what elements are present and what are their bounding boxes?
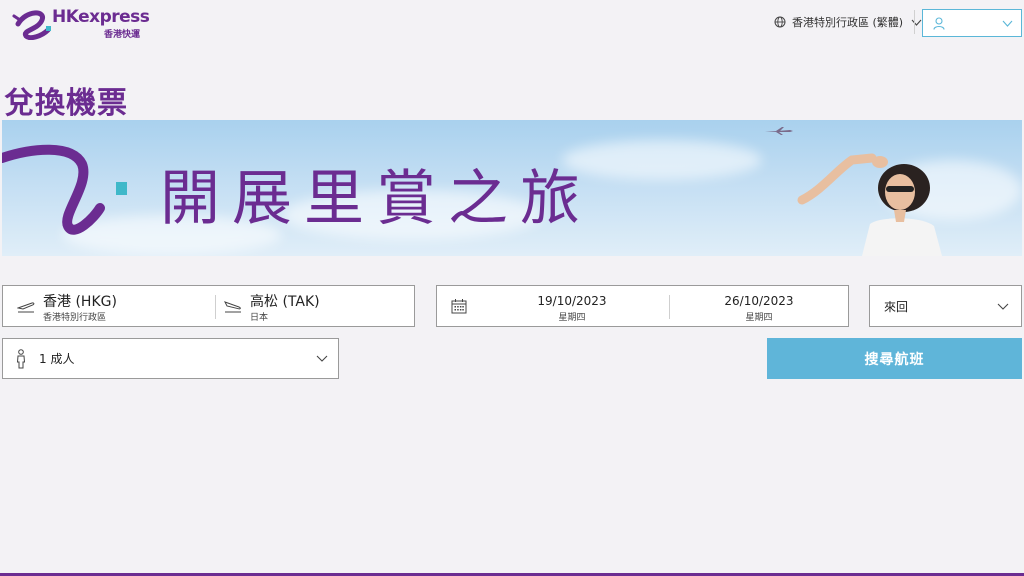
logo-brand-text: HKexpress bbox=[52, 7, 150, 27]
header: HKexpress 香港快運 香港特別行政區 (繁體) bbox=[0, 0, 1024, 46]
passenger-select[interactable]: 1 成人 bbox=[2, 338, 339, 379]
trip-type-select[interactable]: 來回 bbox=[869, 285, 1022, 327]
chevron-down-icon bbox=[911, 19, 922, 26]
person-icon bbox=[16, 348, 26, 368]
search-flights-button[interactable]: 搜尋航班 bbox=[767, 338, 1022, 379]
hk-express-logo[interactable]: HKexpress 香港快運 bbox=[12, 6, 150, 40]
chevron-down-icon bbox=[997, 303, 1009, 310]
origin-field[interactable]: 香港 (HKG) 香港特別行政區 bbox=[3, 286, 215, 326]
return-date: 26/10/2023 bbox=[724, 294, 794, 308]
logo-e-icon bbox=[12, 10, 51, 40]
origin-region: 香港特別行政區 bbox=[43, 313, 107, 323]
landing-icon bbox=[224, 301, 241, 313]
destination-city: 高松 (TAK) bbox=[250, 294, 320, 310]
page-title: 兌換機票 bbox=[4, 86, 128, 121]
language-label: 香港特別行政區 (繁體) bbox=[792, 16, 904, 29]
globe-icon bbox=[774, 16, 786, 28]
language-selector[interactable]: 香港特別行政區 (繁體) bbox=[774, 14, 922, 30]
banner-cloud bbox=[562, 140, 762, 180]
origin-city: 香港 (HKG) bbox=[43, 294, 117, 310]
chevron-down-icon bbox=[1002, 20, 1013, 27]
logo-sub-text: 香港快運 bbox=[104, 30, 141, 40]
depart-date-field[interactable]: 19/10/2023 星期四 bbox=[477, 286, 667, 326]
account-menu[interactable] bbox=[922, 9, 1022, 37]
destination-region: 日本 bbox=[250, 313, 269, 323]
brand-swirl-graphic bbox=[2, 144, 127, 235]
destination-field[interactable]: 高松 (TAK) 日本 bbox=[216, 286, 414, 326]
user-icon bbox=[933, 16, 945, 30]
depart-date: 19/10/2023 bbox=[537, 294, 607, 308]
header-divider bbox=[914, 10, 915, 34]
calendar-icon bbox=[451, 299, 467, 314]
return-date-field[interactable]: 26/10/2023 星期四 bbox=[670, 286, 848, 326]
traveller-photo bbox=[797, 153, 942, 256]
banner-headline: 開展里賞之旅 bbox=[160, 164, 592, 234]
depart-weekday: 星期四 bbox=[558, 313, 586, 323]
return-weekday: 星期四 bbox=[745, 313, 773, 323]
passenger-count: 1 成人 bbox=[39, 352, 75, 366]
trip-type-value: 來回 bbox=[884, 299, 909, 314]
takeoff-icon bbox=[17, 302, 35, 313]
airplane-icon bbox=[765, 127, 793, 135]
date-selector: 19/10/2023 星期四 26/10/2023 星期四 bbox=[436, 285, 849, 327]
chevron-down-icon bbox=[316, 355, 328, 362]
promo-banner: 開展里賞之旅 bbox=[2, 120, 1022, 256]
route-selector: 香港 (HKG) 香港特別行政區 高松 (TAK) 日本 bbox=[2, 285, 415, 327]
